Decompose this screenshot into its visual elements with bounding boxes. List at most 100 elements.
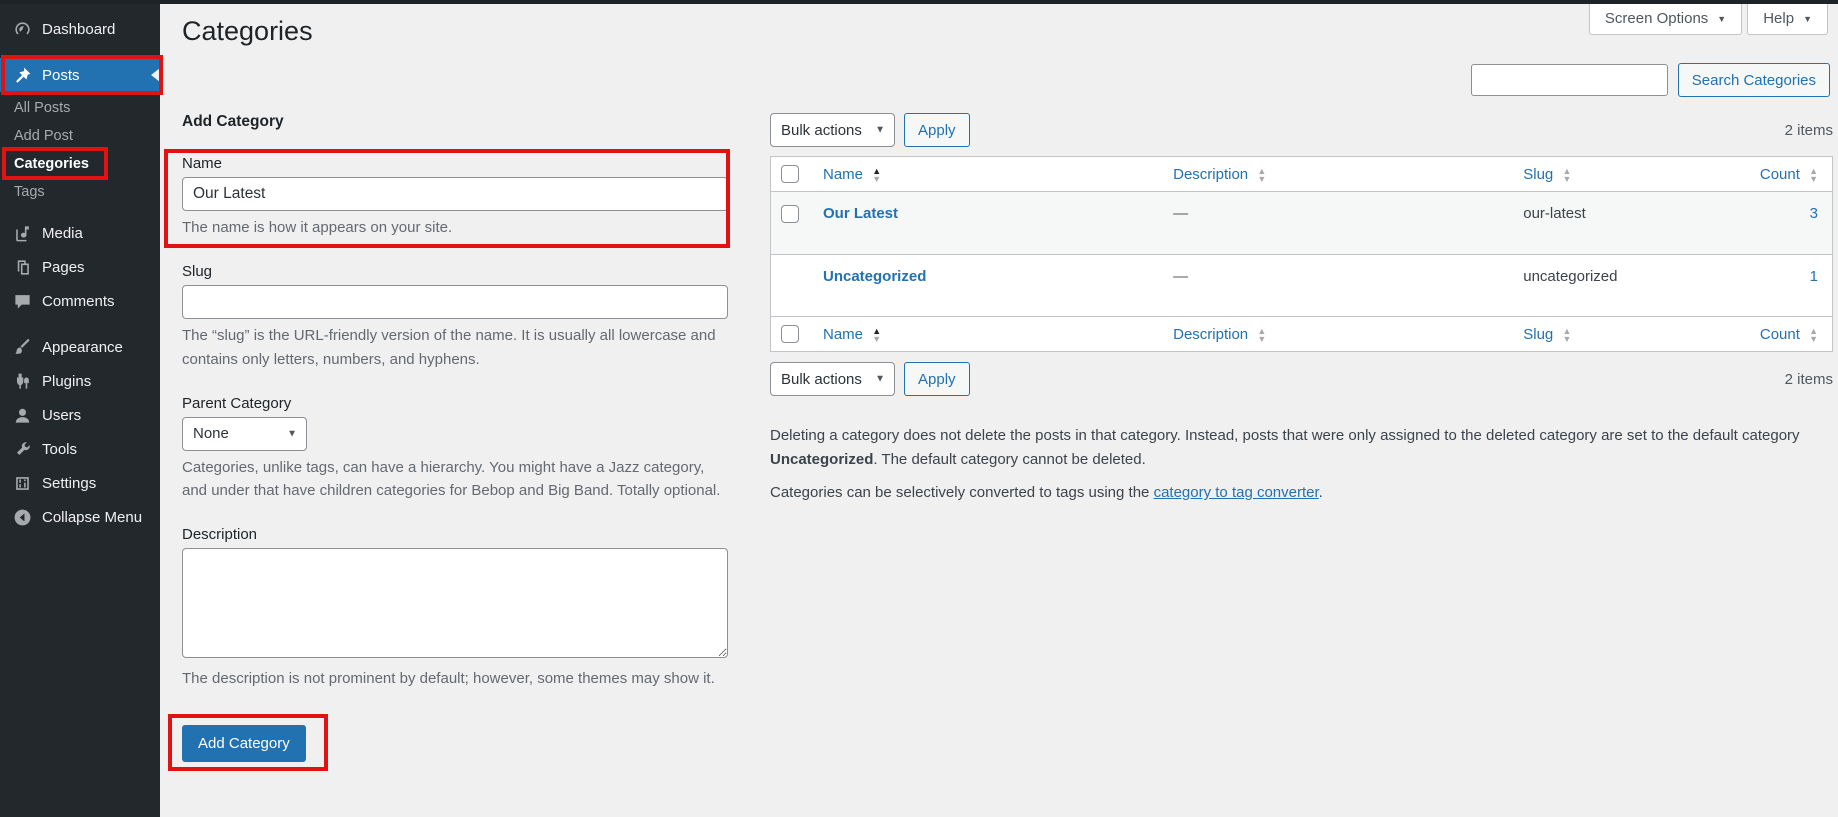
collapse-arrow-icon — [12, 507, 32, 527]
sort-by-count[interactable]: Count — [1760, 166, 1800, 183]
description-value: — — [1173, 268, 1189, 286]
delete-category-note: Deleting a category does not delete the … — [770, 427, 1800, 469]
comments-icon — [12, 291, 32, 311]
sidebar-item-label: Settings — [42, 474, 97, 492]
row-checkbox[interactable] — [781, 205, 799, 224]
parent-category-select[interactable]: None — [182, 416, 307, 451]
submenu-item-label: Categories — [14, 156, 89, 172]
add-category-button[interactable]: Add Category — [182, 724, 306, 762]
sidebar-item-add-post[interactable]: Add Post — [0, 122, 160, 150]
sort-by-description[interactable]: Description — [1173, 326, 1248, 343]
sidebar-separator — [0, 318, 160, 330]
bulk-actions-bar-top: Bulk actions ▼ Apply 2 items — [770, 113, 1833, 147]
sidebar-item-categories[interactable]: Categories — [0, 147, 160, 180]
categories-list: Bulk actions ▼ Apply 2 items Name ▲ ▼ De… — [770, 113, 1833, 514]
add-category-form: Add Category Name The name is how it app… — [164, 113, 730, 771]
table-footer-row: Name ▲ ▼ Description ▲ ▼ Slug ▲ ▼ Count ▲ ▼ — [771, 316, 1832, 351]
admin-bar-strip — [0, 0, 1838, 4]
sidebar-item-tools[interactable]: Tools — [0, 432, 160, 466]
chevron-down-icon: ▼ — [1803, 13, 1812, 24]
submit-wrap: Add Category — [168, 713, 328, 771]
select-all-checkbox[interactable] — [781, 325, 799, 344]
sidebar-item-collapse-menu[interactable]: Collapse Menu — [0, 500, 160, 534]
sidebar-item-all-posts[interactable]: All Posts — [0, 94, 160, 122]
tools-wrench-icon — [12, 439, 32, 459]
form-heading: Add Category — [182, 113, 284, 130]
sort-arrows-icon: ▲ ▼ — [1809, 165, 1818, 184]
page-title: Categories — [182, 16, 313, 46]
sort-by-name[interactable]: Name — [823, 326, 863, 343]
table-row: Uncategorized — uncategorized 1 — [771, 254, 1832, 316]
chevron-down-icon: ▼ — [1717, 13, 1727, 24]
name-help-text: The name is how it appears on your site. — [182, 219, 453, 236]
sidebar-item-tags[interactable]: Tags — [0, 178, 160, 206]
sidebar-item-label: Tools — [42, 440, 78, 458]
screen-meta-tabs: Screen Options ▼ Help ▼ — [1588, 4, 1828, 35]
sidebar-item-dashboard[interactable]: Dashboard — [0, 12, 160, 46]
sidebar-item-label: Posts — [42, 66, 80, 84]
main-content: Categories Screen Options ▼ Help ▼ Searc… — [160, 0, 1838, 817]
description-value: — — [1173, 205, 1189, 223]
parent-category-label: Parent Category — [182, 394, 292, 412]
category-name-link[interactable]: Uncategorized — [823, 268, 926, 285]
category-slug-input[interactable] — [182, 285, 728, 320]
slug-field-group: Slug The “slug” is the URL-friendly vers… — [182, 263, 728, 371]
category-to-tag-converter-link[interactable]: category to tag converter — [1154, 484, 1319, 501]
plugins-icon — [12, 371, 32, 391]
posts-submenu: All Posts Add Post Categories Tags — [0, 92, 160, 216]
sidebar-item-appearance[interactable]: Appearance — [0, 330, 160, 364]
sidebar-item-label: Comments — [42, 292, 115, 310]
category-name-input[interactable] — [182, 177, 728, 211]
admin-sidebar: Dashboard Posts All Posts Add Post Categ… — [0, 0, 163, 817]
slug-help-text: The “slug” is the URL-friendly version o… — [182, 327, 716, 368]
sidebar-item-label: Collapse Menu — [42, 508, 143, 526]
categories-table: Name ▲ ▼ Description ▲ ▼ Slug ▲ ▼ Count ▲ ▼ — [770, 156, 1833, 353]
category-name-link[interactable]: Our Latest — [823, 205, 898, 222]
slug-label: Slug — [182, 263, 213, 281]
sidebar-item-comments[interactable]: Comments — [0, 284, 160, 318]
parent-category-help-text: Categories, unlike tags, can have a hier… — [182, 458, 721, 499]
users-icon — [12, 405, 32, 425]
bulk-actions-select[interactable]: Bulk actions — [770, 113, 895, 147]
sort-arrows-icon: ▲ ▼ — [1562, 325, 1572, 344]
sidebar-item-posts[interactable]: Posts — [0, 55, 163, 95]
sort-by-name[interactable]: Name — [823, 166, 863, 183]
default-category-name: Uncategorized — [770, 451, 874, 469]
sidebar-item-label: Media — [42, 224, 83, 242]
submenu-item-label: All Posts — [14, 100, 71, 116]
active-menu-notch — [151, 68, 160, 82]
apply-button[interactable]: Apply — [904, 362, 970, 397]
sidebar-item-settings[interactable]: Settings — [0, 466, 160, 500]
table-row: Our Latest — our-latest 3 — [771, 192, 1832, 255]
sidebar-item-users[interactable]: Users — [0, 398, 160, 432]
search-categories-button[interactable]: Search Categories — [1677, 63, 1830, 97]
sort-by-slug[interactable]: Slug — [1523, 166, 1553, 183]
sort-by-description[interactable]: Description — [1173, 166, 1248, 183]
name-label: Name — [182, 155, 223, 172]
name-field-group: Name The name is how it appears on your … — [164, 149, 730, 249]
items-count: 2 items — [1784, 370, 1833, 388]
help-button[interactable]: Help ▼ — [1747, 4, 1828, 35]
sidebar-item-plugins[interactable]: Plugins — [0, 364, 160, 398]
sort-by-slug[interactable]: Slug — [1523, 326, 1553, 343]
count-link[interactable]: 1 — [1810, 268, 1818, 285]
count-link[interactable]: 3 — [1810, 205, 1818, 222]
sidebar-item-label: Users — [42, 406, 82, 424]
sidebar-item-pages[interactable]: Pages — [0, 250, 160, 284]
search-input[interactable] — [1470, 64, 1668, 96]
slug-value: uncategorized — [1523, 268, 1618, 286]
search-box: Search Categories — [1470, 63, 1830, 97]
description-help-text: The description is not prominent by defa… — [182, 670, 715, 688]
screen-options-button[interactable]: Screen Options ▼ — [1588, 4, 1743, 35]
category-description-textarea[interactable] — [182, 548, 728, 659]
sort-arrows-icon: ▲ ▼ — [1257, 165, 1267, 184]
submenu-item-label: Tags — [14, 184, 45, 200]
select-all-checkbox[interactable] — [781, 165, 799, 184]
apply-button[interactable]: Apply — [904, 113, 970, 147]
bulk-actions-bar-bottom: Bulk actions ▼ Apply 2 items — [770, 362, 1833, 397]
sidebar-item-media[interactable]: Media — [0, 216, 160, 250]
sort-by-count[interactable]: Count — [1760, 326, 1800, 343]
bulk-actions-select[interactable]: Bulk actions — [770, 362, 895, 397]
sort-arrows-icon: ▲ ▼ — [1562, 165, 1572, 184]
description-label: Description — [182, 526, 258, 544]
